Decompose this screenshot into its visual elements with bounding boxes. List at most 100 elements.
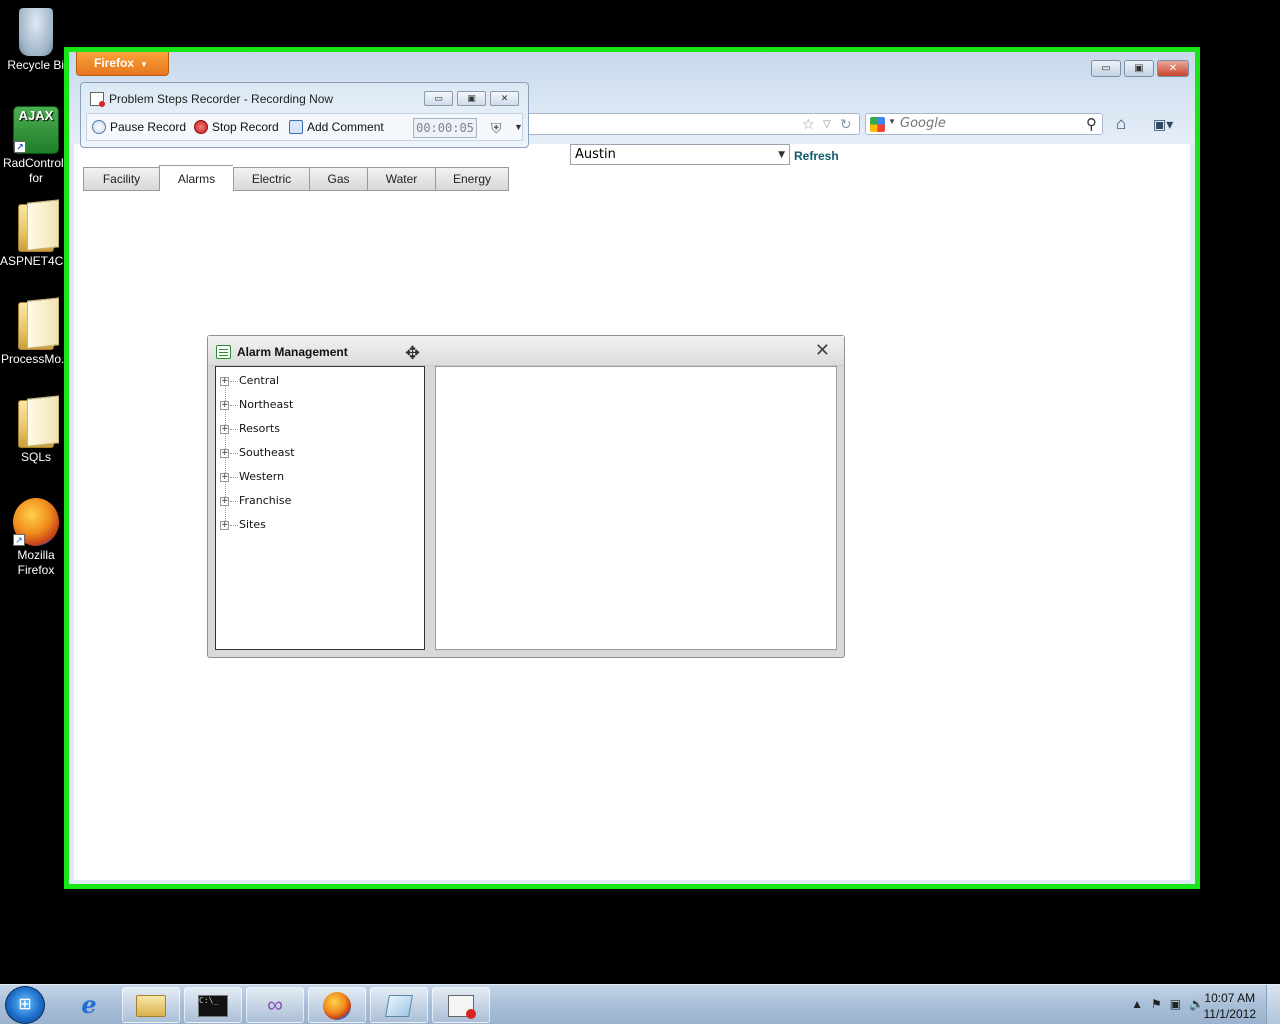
url-dropdown-icon[interactable]: ▽ [823, 119, 831, 130]
desktop-icon-label: ProcessMo... [0, 352, 72, 366]
pause-record-button[interactable]: Pause Record [92, 120, 186, 134]
minimize-button[interactable]: ▭ [1091, 60, 1121, 77]
search-box[interactable]: ▼ ⚲ [865, 113, 1103, 135]
shortcut-arrow-icon: ↗ [14, 141, 26, 153]
taskbar: ⊞ e C:\_ ∞ ▲⚑▣🔊 10:07 AM 11/1/2012 [0, 984, 1280, 1024]
desktop-icon-recycle-bin[interactable]: Recycle Bin [0, 8, 72, 73]
ajax-icon: AJAX ↗ [13, 106, 59, 154]
region-tree: + Central + Northeast + Resorts + Southe… [215, 366, 425, 650]
dialog-title: Alarm Management [237, 345, 348, 359]
bookmarks-menu-icon[interactable]: ▣▾ [1153, 116, 1173, 133]
start-button[interactable]: ⊞ [5, 986, 45, 1024]
desktop-icon-processmo[interactable]: ProcessMo... [0, 302, 72, 367]
show-desktop-button[interactable] [1266, 985, 1280, 1024]
tab-electric[interactable]: Electric [233, 167, 309, 191]
pause-icon [92, 120, 106, 134]
tree-connector [230, 501, 238, 502]
stop-record-label: Stop Record [212, 120, 279, 134]
bookmark-star-icon[interactable]: ☆ [802, 116, 815, 133]
url-bar[interactable]: ☆ ▽ ↻ [520, 113, 860, 135]
clock[interactable]: 10:07 AM 11/1/2012 [1204, 990, 1257, 1022]
taskbar-firefox[interactable] [308, 987, 366, 1023]
clock-date: 11/1/2012 [1203, 1007, 1257, 1021]
chevron-down-icon[interactable]: ▼ [514, 122, 523, 132]
tree-node-label: Resorts [239, 422, 280, 435]
tree-node-label: Central [239, 374, 280, 387]
visual-studio-icon: ∞ [267, 992, 283, 1017]
search-input[interactable] [900, 116, 1070, 131]
tab-facility[interactable]: Facility [83, 167, 159, 191]
expand-icon[interactable]: + [220, 521, 229, 530]
reload-icon[interactable]: ↻ [840, 116, 852, 133]
desktop-icon-sqls[interactable]: SQLs [0, 400, 72, 465]
desktop-icon-aspnet4c[interactable]: ASPNET4C... [0, 204, 74, 269]
desktop-icon-firefox[interactable]: ↗ Mozilla Firefox [0, 498, 72, 578]
refresh-link[interactable]: Refresh [794, 149, 839, 163]
home-icon[interactable]: ⌂ [1116, 114, 1126, 134]
expand-icon[interactable]: + [220, 473, 229, 482]
command-prompt-icon: C:\_ [198, 995, 228, 1018]
search-icon[interactable]: ⚲ [1086, 115, 1097, 133]
window-list-icon [216, 345, 231, 359]
desktop-icon-label: ASPNET4C... [0, 254, 74, 268]
alarm-detail-pane [435, 366, 837, 650]
firefox-menu-button[interactable]: Firefox ▼ [76, 52, 169, 76]
tree-node-label: Franchise [239, 494, 292, 507]
taskbar-command-prompt[interactable]: C:\_ [184, 987, 242, 1023]
dialog-titlebar[interactable]: Alarm Management ✕ [208, 336, 844, 366]
stop-icon [194, 120, 208, 134]
move-cursor-icon: ✥ [405, 343, 421, 363]
taskbar-steps-recorder[interactable] [432, 987, 490, 1023]
pause-record-label: Pause Record [110, 120, 187, 134]
firefox-logo-icon: ↗ [13, 498, 59, 546]
tree-connector [230, 405, 238, 406]
google-icon[interactable] [870, 117, 885, 132]
desktop-icon-radcontrols[interactable]: AJAX ↗ RadControls for ASP.NET [0, 106, 72, 186]
problem-steps-recorder: Problem Steps Recorder - Recording Now ▭… [80, 82, 529, 148]
recorder-restore-button[interactable]: ▣ [457, 91, 486, 106]
recorder-toolbar: Pause Record Stop Record Add Comment 00:… [86, 113, 523, 141]
search-engine-dropdown-icon[interactable]: ▼ [888, 117, 896, 126]
stop-record-button[interactable]: Stop Record [194, 120, 279, 134]
tab-gas[interactable]: Gas [309, 167, 367, 191]
tree-node-label: Western [239, 470, 285, 483]
close-window-button[interactable]: ✕ [1157, 60, 1189, 77]
taskbar-app[interactable] [370, 987, 428, 1023]
close-icon[interactable]: ✕ [815, 340, 830, 361]
recorder-close-button[interactable]: ✕ [490, 91, 519, 106]
expand-icon[interactable]: + [220, 425, 229, 434]
system-tray[interactable]: ▲⚑▣🔊 [1131, 997, 1212, 1011]
tab-energy[interactable]: Energy [435, 167, 509, 191]
ajax-icon-badge: AJAX [18, 108, 54, 123]
taskbar-internet-explorer[interactable]: e [60, 987, 118, 1023]
folder-icon [18, 204, 54, 252]
tree-connector [230, 477, 238, 478]
taskbar-explorer[interactable] [122, 987, 180, 1023]
restore-button[interactable]: ▣ [1124, 60, 1154, 77]
shield-icon[interactable]: ⛨ [491, 120, 502, 137]
desktop-icon-label: SQLs [20, 450, 51, 464]
chevron-down-icon: ▼ [140, 60, 148, 69]
tab-strip: Facility Alarms Electric Gas Water Energ… [83, 165, 509, 192]
taskbar-visual-studio[interactable]: ∞ [246, 987, 304, 1023]
tab-water[interactable]: Water [367, 167, 435, 191]
folder-icon [136, 995, 166, 1018]
recording-timer: 00:00:05 [413, 118, 477, 138]
expand-icon[interactable]: + [220, 377, 229, 386]
expand-icon[interactable]: + [220, 449, 229, 458]
firefox-logo-icon [323, 992, 351, 1021]
tree-node-label: Northeast [239, 398, 294, 411]
clock-time: 10:07 AM [1204, 991, 1256, 1005]
add-comment-button[interactable]: Add Comment [289, 120, 384, 134]
expand-icon[interactable]: + [220, 497, 229, 506]
site-select-value: Austin [575, 147, 616, 162]
tab-alarms[interactable]: Alarms [159, 165, 233, 191]
notepad-icon [385, 995, 413, 1018]
site-select[interactable]: Austin ▼ [570, 144, 790, 165]
recorder-minimize-button[interactable]: ▭ [424, 91, 453, 106]
expand-icon[interactable]: + [220, 401, 229, 410]
shortcut-arrow-icon: ↗ [13, 534, 25, 546]
tree-node-label: Sites [239, 518, 266, 531]
comment-icon [289, 120, 303, 134]
firefox-menu-label: Firefox [94, 56, 135, 70]
